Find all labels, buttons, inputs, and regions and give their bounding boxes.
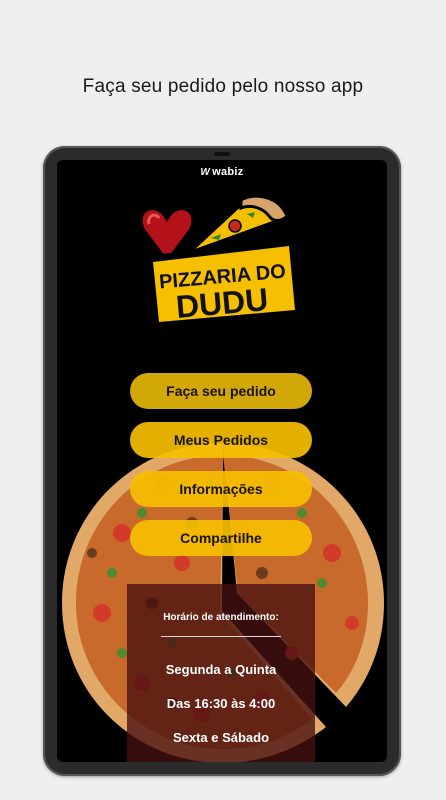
hours-line-3: Sexta e Sábado xyxy=(172,730,270,745)
hours-line-1: Segunda a Quinta xyxy=(165,662,277,677)
order-button[interactable]: Faça seu pedido xyxy=(130,373,312,409)
pizzaria-logo: PIZZARIA DO DUDU xyxy=(138,194,303,330)
my-orders-button[interactable]: Meus Pedidos xyxy=(130,422,312,458)
wabiz-logo-icon: W xyxy=(200,167,211,178)
opening-hours-panel: Horário de atendimento: Segunda a Quinta… xyxy=(127,584,315,762)
hours-title: Horário de atendimento: xyxy=(163,612,279,623)
camera-dot xyxy=(214,152,230,156)
app-screen: Wwabiz PIZZARIA DO DUDU Faça seu pedido … xyxy=(57,160,387,762)
info-button[interactable]: Informações xyxy=(130,471,312,507)
brand-name: wabiz xyxy=(212,166,244,178)
brand-header: Wwabiz xyxy=(57,166,387,178)
hours-line-2: Das 16:30 às 4:00 xyxy=(166,696,276,711)
page-caption: Faça seu pedido pelo nosso app xyxy=(82,76,364,97)
tablet-frame: Wwabiz PIZZARIA DO DUDU Faça seu pedido … xyxy=(43,146,401,776)
hours-divider xyxy=(161,636,281,637)
share-button[interactable]: Compartilhe xyxy=(130,520,312,556)
